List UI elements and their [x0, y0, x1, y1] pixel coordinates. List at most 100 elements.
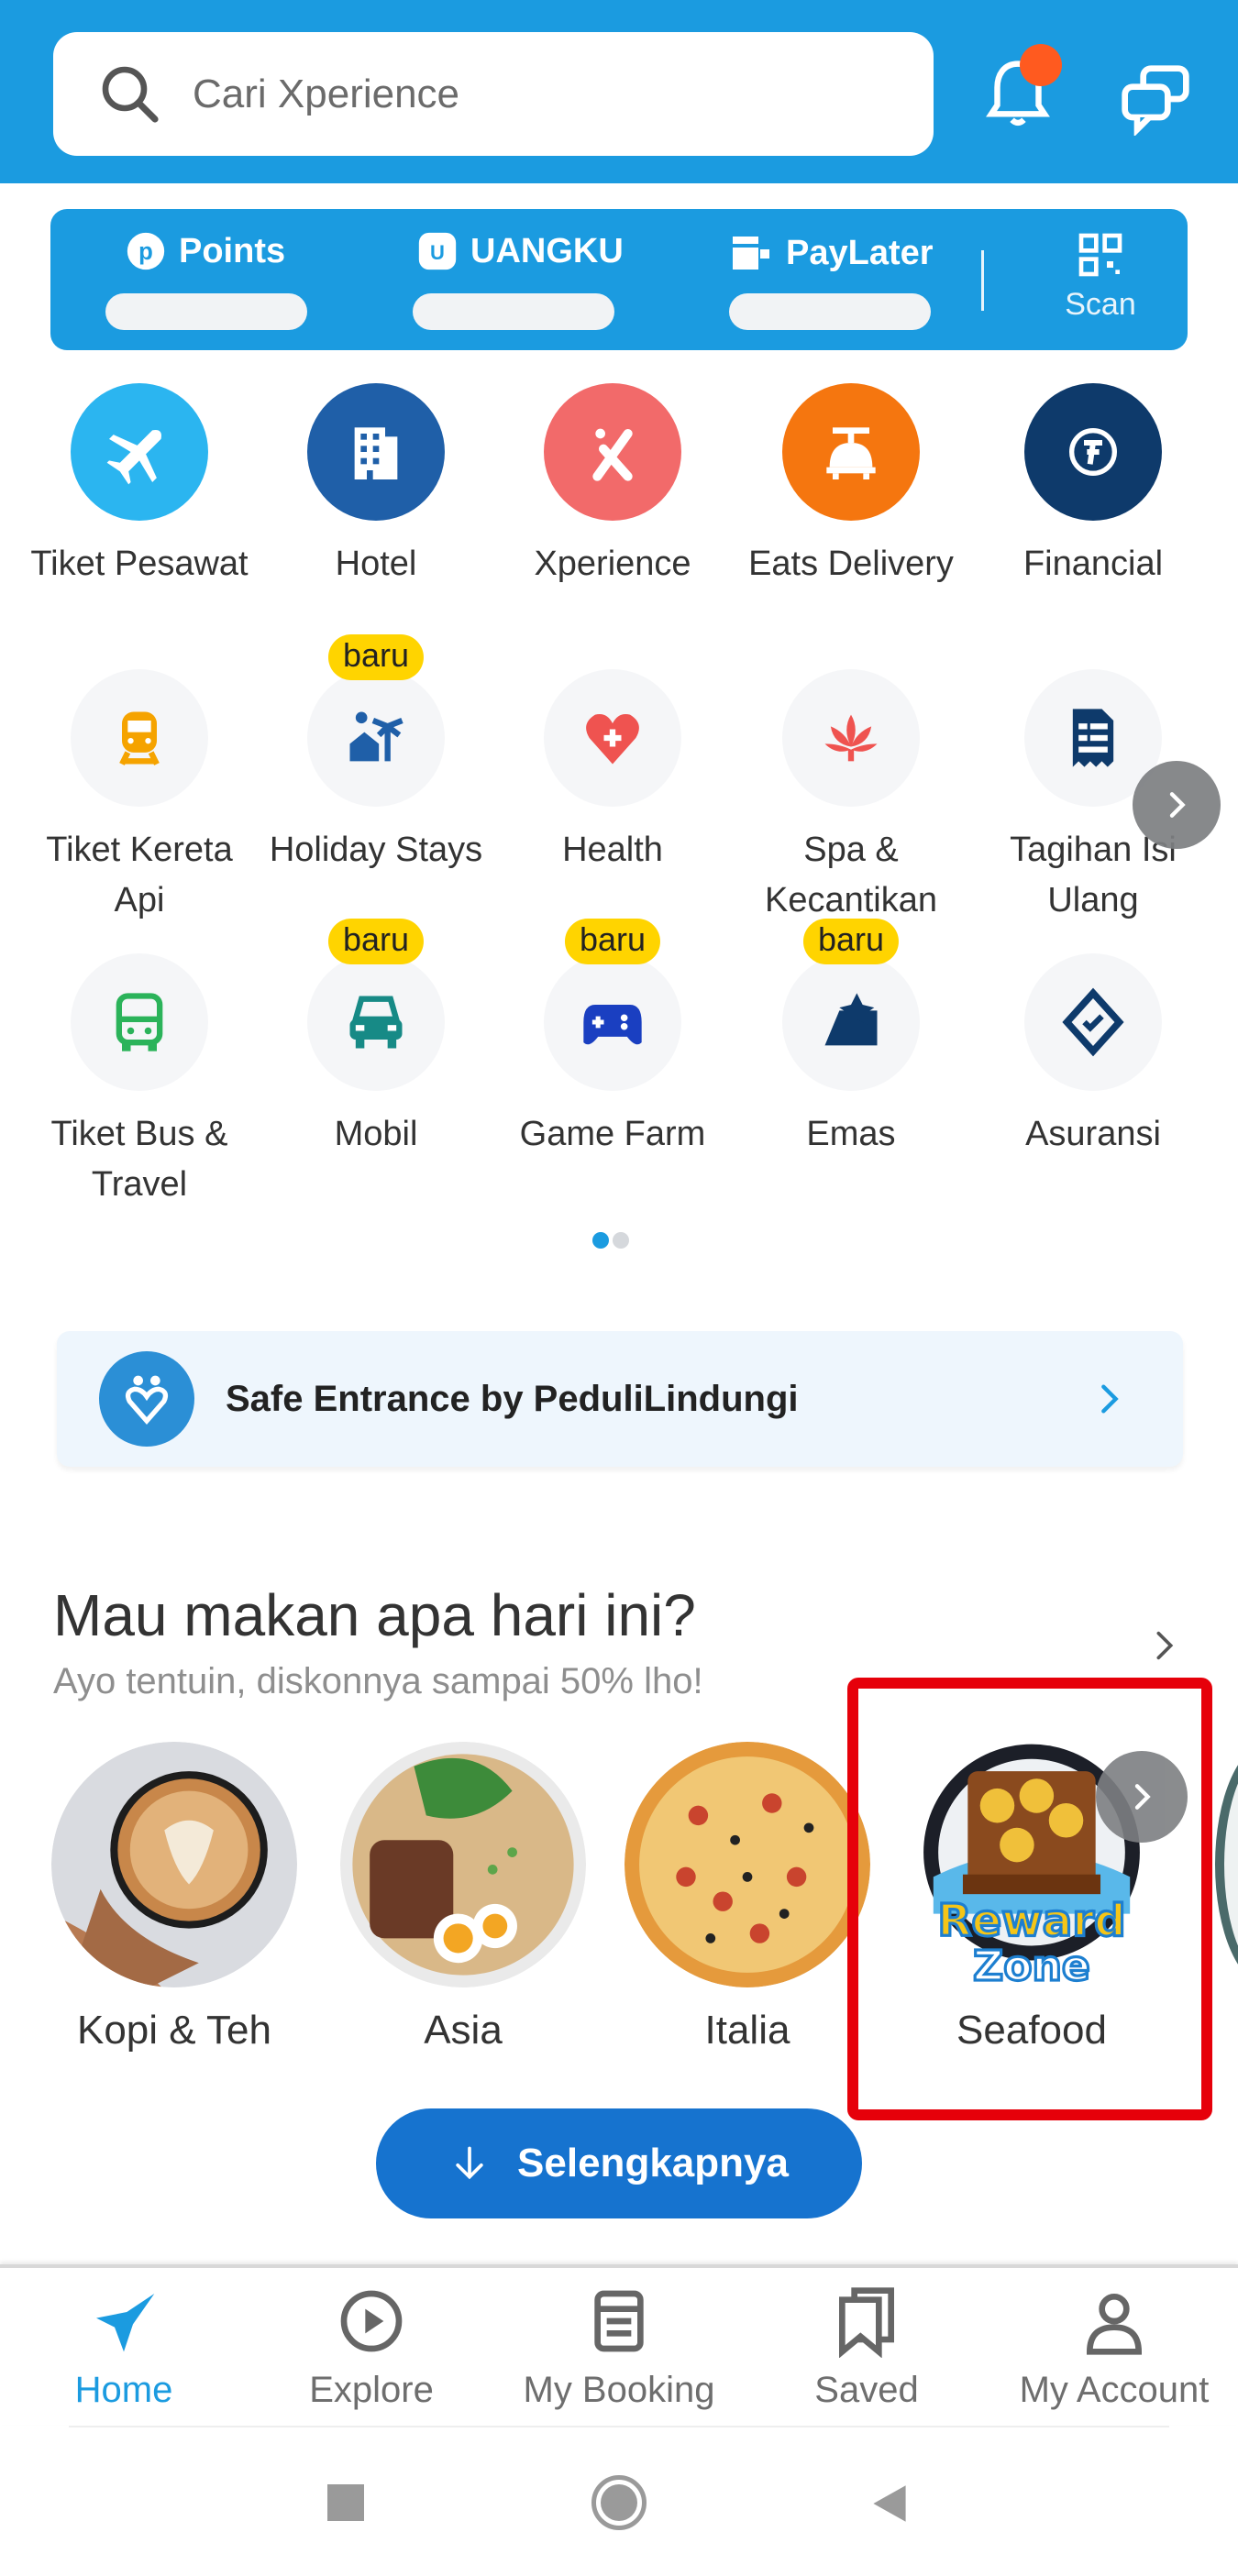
wallet-label: UANGKU — [470, 231, 624, 270]
car-icon — [349, 996, 403, 1049]
product-label: Game Farm — [519, 1115, 706, 1153]
nav-label: My Account — [1019, 2370, 1210, 2410]
train-icon — [119, 711, 160, 765]
explore-play-icon — [340, 2290, 403, 2352]
wallet-divider — [981, 250, 984, 311]
scan-button[interactable]: Scan — [1041, 229, 1160, 323]
nav-my-booking[interactable]: My Booking — [495, 2284, 743, 2411]
search-bar[interactable]: Cari Xperience — [53, 32, 934, 156]
product-tiket-bus-travel[interactable]: Tiket Bus & Travel — [20, 953, 259, 1210]
product-eats-delivery[interactable]: Eats Delivery — [732, 383, 970, 589]
top-header: Cari Xperience — [0, 0, 1238, 183]
home-circle-icon — [601, 2484, 637, 2521]
food-carousel-next-button[interactable] — [1096, 1751, 1188, 1843]
nav-saved[interactable]: Saved — [743, 2284, 990, 2411]
product-tiket-kereta-api[interactable]: Tiket Kereta Api — [20, 669, 259, 926]
see-more-button[interactable]: Selengkapnya — [376, 2108, 862, 2218]
product-financial[interactable]: Financial — [974, 383, 1212, 589]
food-category-next-peek[interactable] — [1215, 1742, 1238, 1987]
search-icon — [102, 66, 159, 123]
product-icon-circle — [1024, 953, 1162, 1091]
product-label: Tiket Kereta Api — [46, 831, 233, 919]
nav-separator — [69, 2426, 1169, 2427]
asian-food-image — [340, 1742, 586, 1987]
financial-icon — [1069, 428, 1117, 476]
gold-icon — [824, 993, 878, 1046]
notification-badge — [1020, 44, 1062, 86]
points-icon: p — [127, 232, 165, 270]
chevron-right-icon — [1169, 792, 1186, 818]
product-label: Emas — [806, 1115, 896, 1153]
chevron-right-icon — [1134, 1784, 1151, 1810]
new-badge: baru — [327, 919, 425, 964]
product-icon-circle — [544, 383, 681, 521]
product-hotel[interactable]: Hotel — [257, 383, 495, 589]
bill-icon — [1072, 709, 1114, 767]
pager-dot — [613, 1232, 629, 1249]
nav-label: Home — [74, 2370, 173, 2410]
nav-explore[interactable]: Explore — [248, 2284, 495, 2411]
nav-label: Saved — [814, 2370, 919, 2410]
holiday-stays-icon — [349, 711, 403, 762]
uangku-balance-placeholder — [413, 293, 614, 330]
food-category-label: Italia — [704, 2008, 790, 2053]
svg-text:p: p — [138, 239, 153, 265]
chevron-right-icon — [1101, 1384, 1119, 1414]
food-category-label: Kopi & Teh — [76, 2008, 271, 2053]
product-icon-circle — [544, 669, 681, 807]
food-category-asia[interactable]: Asia — [330, 1742, 596, 2053]
coffee-image — [51, 1742, 297, 1987]
pizza-image — [625, 1742, 870, 1987]
product-label: Hotel — [335, 545, 417, 583]
product-tiket-pesawat[interactable]: Tiket Pesawat — [20, 383, 259, 589]
insurance-icon — [1062, 987, 1124, 1057]
food-category-label: Seafood — [956, 2008, 1107, 2053]
nav-home[interactable]: Home — [0, 2284, 248, 2411]
qr-scan-icon — [1078, 233, 1122, 277]
reward-zone-text-2: Zone — [973, 1942, 1090, 1990]
xperience-icon — [592, 428, 633, 481]
search-placeholder: Cari Xperience — [193, 71, 460, 116]
eats-icon — [826, 427, 876, 479]
home-system-button[interactable] — [591, 2475, 647, 2530]
product-label: Tiket Bus & Travel — [50, 1115, 228, 1204]
product-icon-circle — [71, 383, 208, 521]
pager-dot-active — [592, 1232, 609, 1249]
wallet-bar: p Points U UANGKU PayLater Scan — [50, 209, 1188, 350]
food-category-kopi-teh[interactable]: Kopi & Teh — [41, 1742, 307, 2053]
product-game-farm[interactable]: baru Game Farm — [493, 919, 732, 1160]
nav-my-account[interactable]: My Account — [990, 2284, 1238, 2411]
scan-label: Scan — [1065, 287, 1136, 322]
product-spa-kecantikan[interactable]: Spa & Kecantikan — [732, 669, 970, 926]
reward-zone-text-1: Reward — [937, 1896, 1125, 1947]
product-icon-circle: baru — [782, 919, 920, 1091]
product-asuransi[interactable]: Asuransi — [974, 953, 1212, 1160]
wallet-label: Points — [179, 231, 286, 270]
product-health[interactable]: Health — [493, 669, 732, 875]
product-label: Spa & Kecantikan — [764, 831, 937, 919]
product-label: Tiket Pesawat — [30, 545, 249, 583]
nav-label: Explore — [309, 2370, 434, 2410]
product-emas[interactable]: baru Emas — [732, 919, 970, 1160]
product-label: Health — [562, 831, 663, 869]
product-label: Xperience — [534, 545, 691, 583]
recent-apps-button[interactable] — [327, 2484, 364, 2521]
health-icon — [586, 714, 639, 765]
product-icon-circle: baru — [307, 919, 445, 1091]
product-mobil[interactable]: baru Mobil — [257, 919, 495, 1160]
product-holiday-stays[interactable]: baru Holiday Stays — [257, 634, 495, 875]
food-category-label: Asia — [424, 2008, 503, 2053]
food-category-italia[interactable]: Italia — [614, 1742, 880, 2053]
new-badge: baru — [564, 919, 661, 964]
lotus-icon — [824, 714, 878, 762]
back-button[interactable] — [869, 2482, 910, 2525]
points-balance-placeholder — [105, 293, 307, 330]
safe-entrance-banner[interactable]: Safe Entrance by PeduliLindungi — [57, 1331, 1183, 1467]
food-see-all-chevron-icon[interactable] — [1146, 1618, 1183, 1673]
svg-text:U: U — [430, 241, 445, 264]
chat-icon[interactable] — [1119, 62, 1192, 136]
product-xperience[interactable]: Xperience — [493, 383, 732, 589]
account-person-icon — [1086, 2294, 1143, 2355]
product-label: Financial — [1022, 545, 1164, 583]
grid-next-button[interactable] — [1133, 761, 1221, 849]
